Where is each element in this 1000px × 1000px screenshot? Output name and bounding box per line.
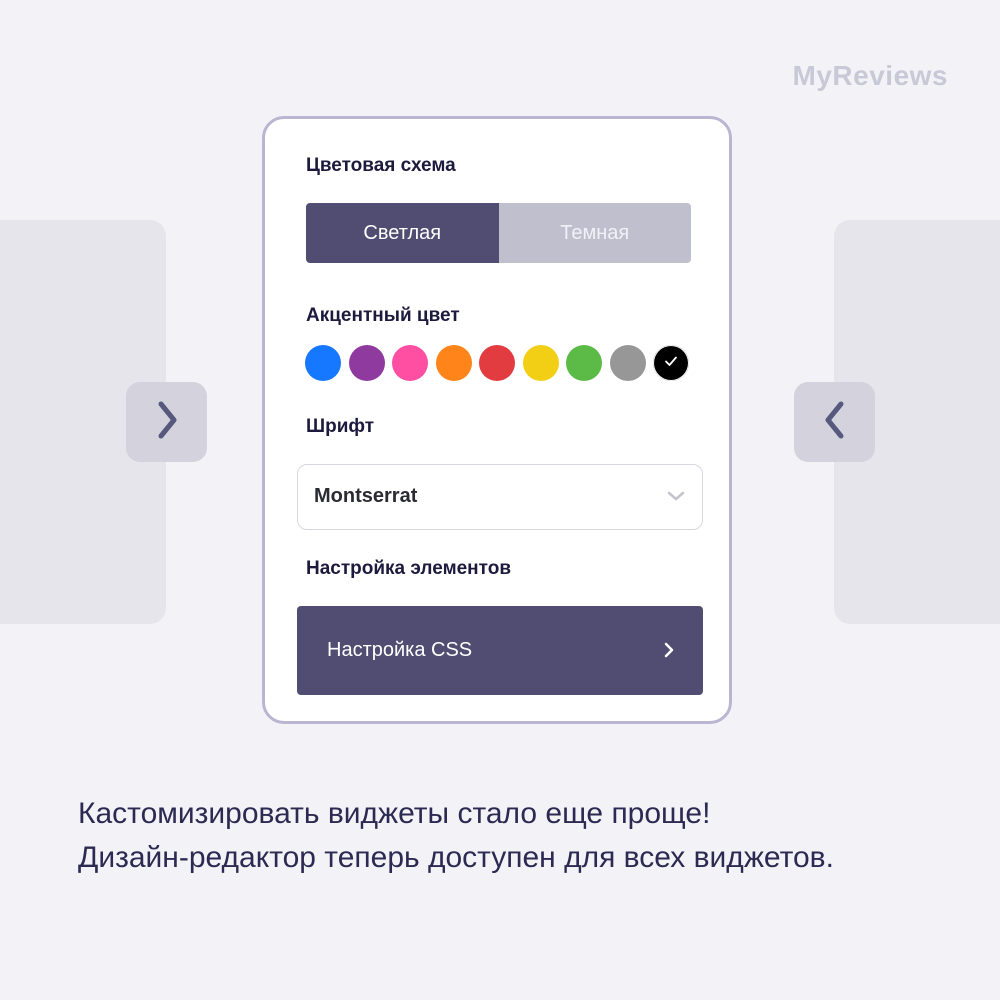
accent-color-swatch[interactable]	[479, 345, 515, 381]
accent-color-swatch[interactable]	[566, 345, 602, 381]
chevron-down-icon	[666, 489, 686, 508]
accent-color-swatch[interactable]	[609, 345, 646, 381]
accent-color-swatch[interactable]	[653, 345, 689, 381]
chevron-right-icon	[663, 641, 675, 664]
brand-logo: MyReviews	[792, 60, 948, 91]
css-settings-button-label: Настройка CSS	[327, 639, 473, 661]
chevron-left-icon	[821, 398, 849, 447]
caption-line-2: Дизайн-редактор теперь доступен для всех…	[78, 841, 834, 874]
color-scheme-toggle: Светлая Темная	[306, 203, 691, 263]
font-select-value: Montserrat	[314, 485, 418, 507]
promo-caption: Кастомизировать виджеты стало еще проще!…	[78, 792, 834, 880]
css-settings-button[interactable]: Настройка CSS	[297, 606, 703, 695]
accent-color-swatch[interactable]	[392, 345, 428, 381]
check-icon	[663, 354, 679, 373]
color-scheme-light-option[interactable]: Светлая	[306, 203, 499, 263]
carousel-next-button[interactable]	[126, 382, 207, 462]
elements-settings-label: Настройка элементов	[306, 558, 512, 579]
accent-color-swatch[interactable]	[522, 345, 559, 381]
chevron-right-icon	[153, 398, 181, 447]
font-select[interactable]: Montserrat	[297, 464, 703, 530]
carousel-prev-button[interactable]	[794, 382, 875, 462]
caption-line-1: Кастомизировать виджеты стало еще проще!	[78, 797, 711, 830]
font-label: Шрифт	[306, 416, 375, 437]
accent-color-label: Акцентный цвет	[306, 305, 460, 326]
accent-color-swatches	[305, 345, 689, 381]
accent-color-swatch[interactable]	[435, 345, 472, 381]
widget-design-panel: Цветовая схема Светлая Темная Акцентный …	[262, 116, 732, 724]
accent-color-swatch[interactable]	[305, 345, 341, 381]
color-scheme-label: Цветовая схема	[306, 155, 456, 176]
color-scheme-dark-option[interactable]: Темная	[498, 203, 691, 263]
accent-color-swatch[interactable]	[348, 345, 385, 381]
